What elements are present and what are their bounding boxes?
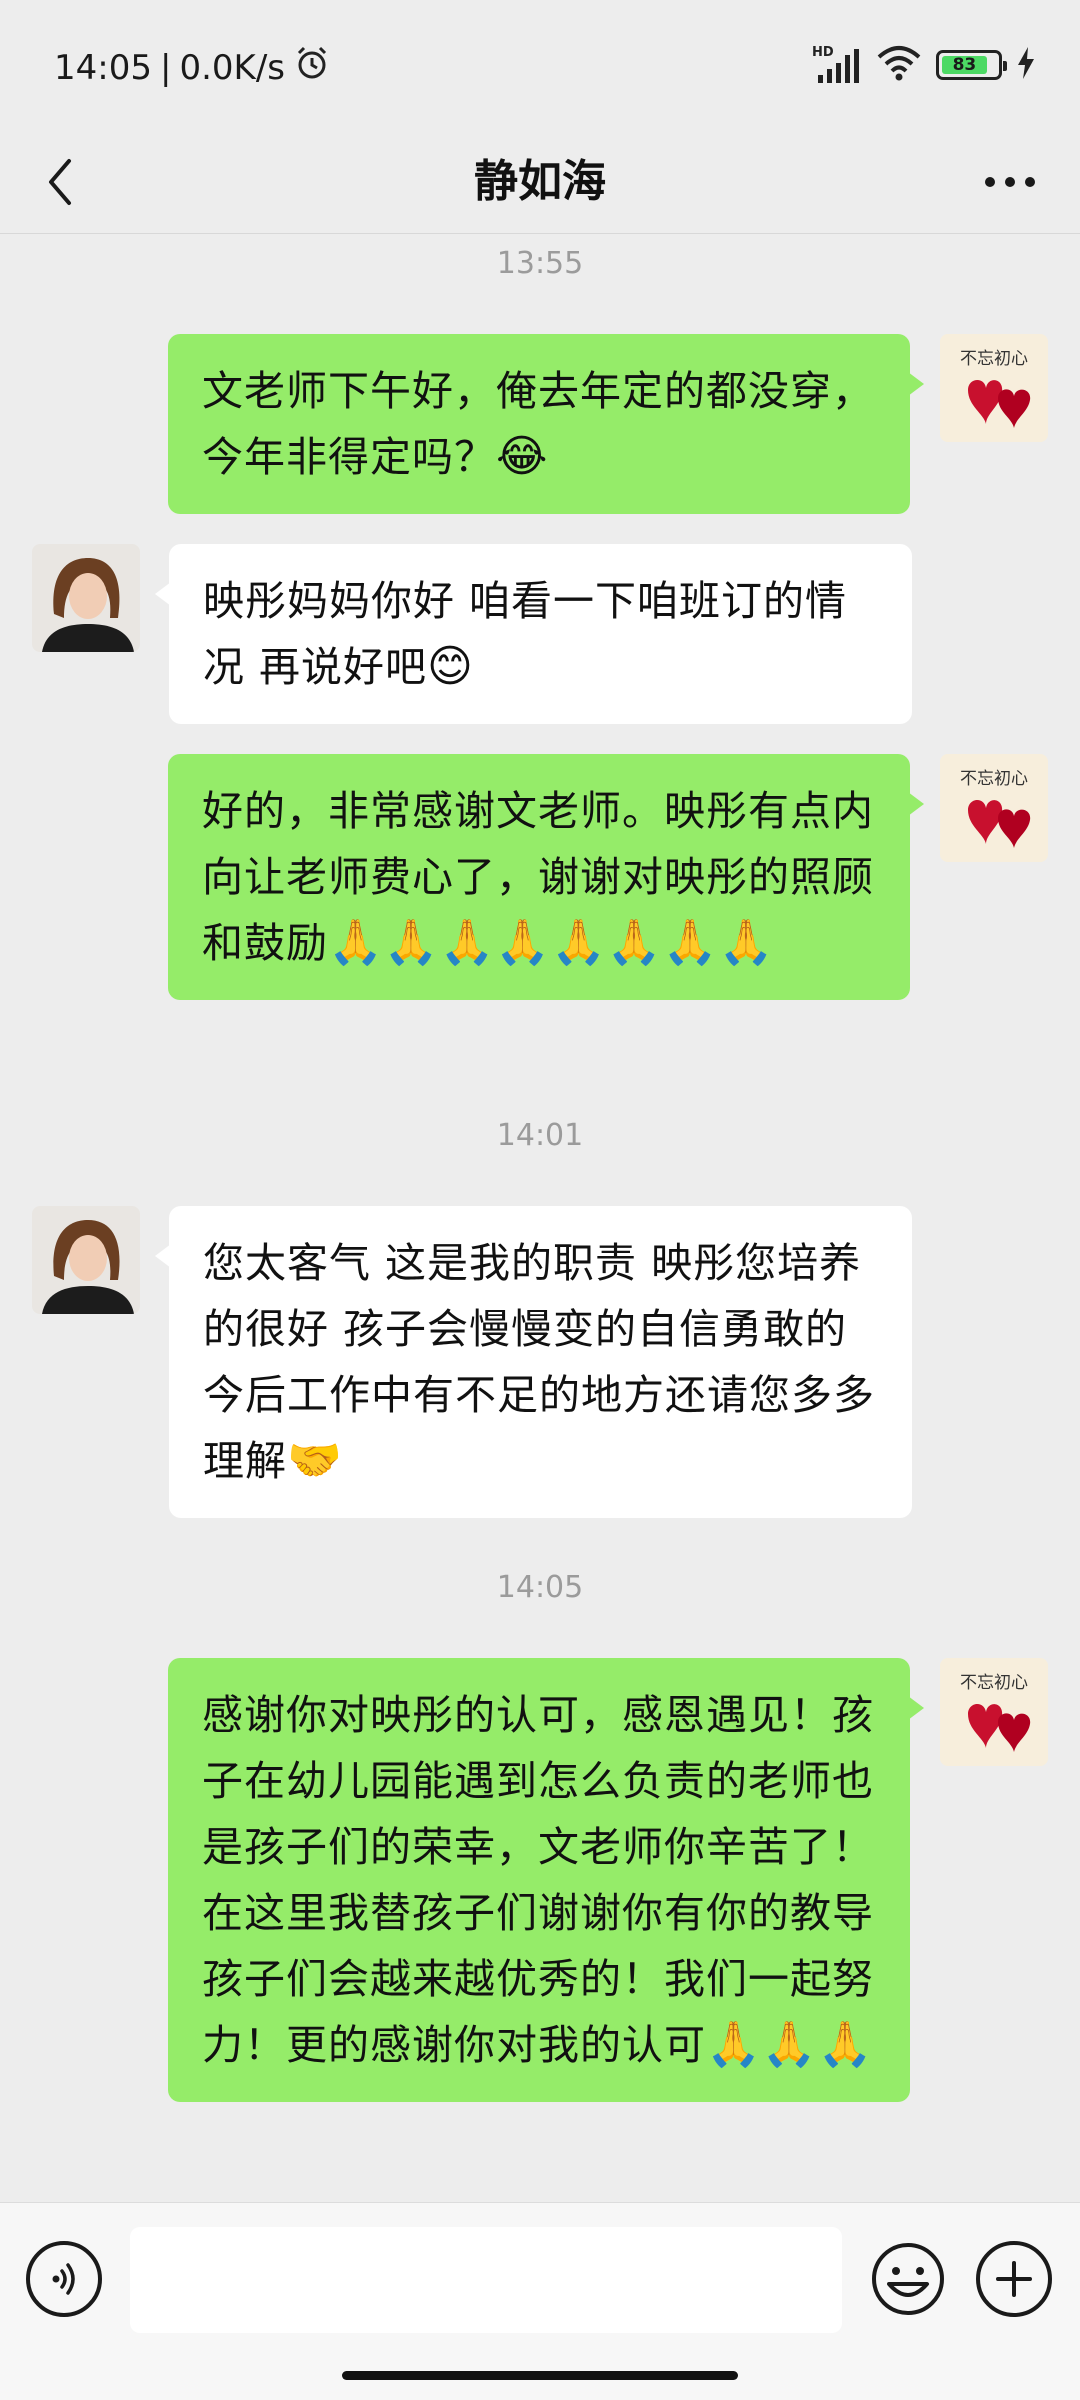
smiling-emoji: 😊 — [427, 641, 474, 692]
wifi-icon — [876, 45, 922, 85]
voice-icon — [52, 2263, 75, 2295]
folded-hands-emoji: 🙏🙏🙏🙏🙏🙏🙏🙏 — [328, 917, 775, 968]
battery-icon: 83 — [936, 50, 1007, 80]
my-avatar[interactable]: 不忘初心 — [940, 334, 1048, 442]
status-bar: 14:05 | 0.0K/s HD 83 — [0, 0, 1080, 130]
my-avatar[interactable]: 不忘初心 — [940, 754, 1048, 862]
outgoing-message-bubble[interactable]: 文老师下午好，俺去年定的都没穿，今年非得定吗？😂 — [168, 334, 924, 514]
message-timestamp: 14:05 — [496, 1570, 584, 1605]
status-time: 14:05 — [54, 47, 152, 88]
message-timestamp: 14:01 — [496, 1118, 584, 1153]
my-avatar-text: 不忘初心 — [960, 1673, 1028, 1693]
status-right: HD 83 — [812, 40, 1036, 90]
more-icon — [985, 177, 1035, 187]
my-avatar-text: 不忘初心 — [960, 349, 1028, 369]
message-timestamp: 13:55 — [496, 246, 584, 281]
my-avatar-text: 不忘初心 — [960, 769, 1028, 789]
status-speed: 0.0K/s — [179, 47, 285, 88]
message-text: 映彤妈妈你好 咱看一下咱班订的情况 再说好吧 — [203, 577, 848, 691]
message-input[interactable] — [130, 2227, 842, 2333]
contact-avatar[interactable] — [32, 1206, 140, 1314]
outgoing-message-bubble[interactable]: 好的，非常感谢文老师。映彤有点内向让老师费心了，谢谢对映彤的照顾和鼓励🙏🙏🙏🙏🙏… — [168, 754, 924, 1000]
chat-header: 静如海 — [0, 130, 1080, 234]
incoming-message-bubble[interactable]: 您太客气 这是我的职责 映彤您培养的很好 孩子会慢慢变的自信勇敢的 今后工作中有… — [155, 1206, 912, 1518]
emoji-button[interactable] — [868, 2239, 948, 2319]
folded-hands-emoji: 🙏🙏🙏 — [706, 2019, 874, 2070]
status-left: 14:05 | 0.0K/s — [54, 44, 331, 91]
home-indicator[interactable] — [342, 2371, 738, 2380]
more-options-button[interactable] — [970, 152, 1050, 212]
message-text: 感谢你对映彤的认可，感恩遇见！孩子在幼儿园能遇到怎么负责的老师也是孩子们的荣幸，… — [202, 1691, 874, 2069]
charging-icon — [1016, 46, 1036, 84]
plus-icon — [996, 2261, 1032, 2297]
contact-avatar[interactable] — [32, 544, 140, 652]
my-avatar[interactable]: 不忘初心 — [940, 1658, 1048, 1766]
signal-icon: HD — [812, 45, 862, 85]
outgoing-message-bubble[interactable]: 感谢你对映彤的认可，感恩遇见！孩子在幼儿园能遇到怎么负责的老师也是孩子们的荣幸，… — [168, 1658, 924, 2102]
more-functions-button[interactable] — [976, 2241, 1052, 2317]
status-separator: | — [159, 47, 172, 88]
chat-title: 静如海 — [474, 156, 606, 207]
battery-percent: 83 — [952, 55, 977, 75]
laughing-emoji: 😂 — [496, 431, 549, 482]
voice-input-button[interactable] — [26, 2241, 102, 2317]
smiley-icon — [872, 2243, 944, 2315]
alarm-icon — [293, 44, 331, 91]
message-list[interactable]: 13:55 文老师下午好，俺去年定的都没穿，今年非得定吗？😂 不忘初心 映彤妈妈… — [0, 234, 1080, 2200]
battery-level: 83 — [942, 55, 987, 75]
handshake-emoji: 🤝 — [287, 1435, 343, 1486]
incoming-message-bubble[interactable]: 映彤妈妈你好 咱看一下咱班订的情况 再说好吧😊 — [155, 544, 912, 724]
